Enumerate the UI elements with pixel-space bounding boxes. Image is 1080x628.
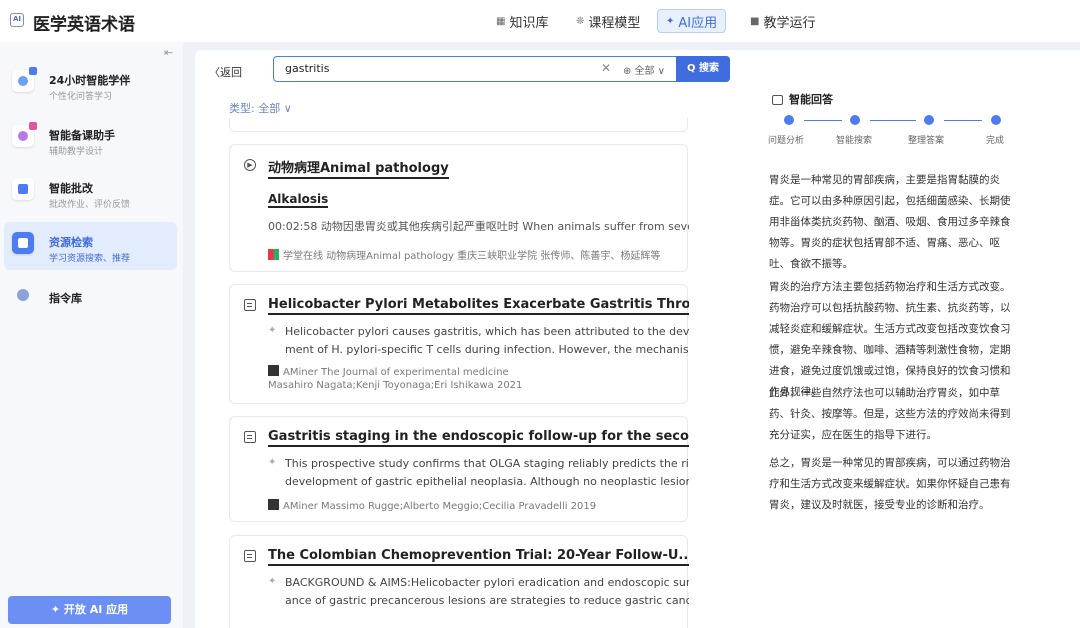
step-check-icon [850,115,860,125]
document-icon [244,431,256,443]
step-connector [944,120,982,121]
sidebar-item-lesson-prep[interactable]: 智能备课助手 辅助教学设计 [4,115,177,163]
sidebar-item-study-companion[interactable]: 24小时智能学伴 个性化问答学习 [4,60,177,108]
sidebar-item-subtitle: 个性化问答学习 [49,92,113,102]
step-label: 整理答案 [908,136,945,146]
nav-label: 教学运行 [763,15,816,31]
answer-paragraph: 此外，一些自然疗法也可以辅助治疗胃炎，如中草药、针灸、按摩等。但是，这些方法的疗… [769,387,1011,441]
sidebar-item-title: 24小时智能学伴 [49,74,131,87]
chat-icon [772,95,783,105]
result-title[interactable]: Gastritis staging in the endoscopic foll… [268,429,689,447]
step-label: 智能搜索 [836,136,873,146]
result-source: AMiner The Journal of experimental medic… [268,365,509,378]
ai-sparkle-icon: ✦ [268,325,277,336]
main-panel: 〈返回 gastritis ✕ ⊕ 全部 ∨ Q 搜索 类型: 全部 ∨ ▶ 动… [195,50,1080,628]
open-ai-apps-button[interactable]: ✦ 开放 AI 应用 [8,596,171,624]
step-check-icon [991,115,1001,125]
nav-teaching-operations[interactable]: ■ 教学运行 [742,9,823,33]
nav-label: AI应用 [678,15,718,31]
sidebar-item-title: 资源检索 [49,236,93,249]
answer-paragraph: 胃炎是一种常见的胃部疾病，主要是指胃黏膜的炎症。它可以由多种原因引起，包括细菌感… [769,174,1011,270]
collapse-sidebar-icon[interactable]: ⇤ [164,46,173,59]
step-label: 完成 [986,136,1005,146]
result-abstract: BACKGROUND & AIMS:Helicobacter pylori er… [285,576,689,607]
sidebar-item-subtitle: 批改作业、评价反馈 [49,200,131,210]
result-abstract: Helicobacter pylori causes gastritis, wh… [285,325,689,356]
sidebar-item-subtitle: 辅助教学设计 [49,147,104,157]
nav-ai-apps[interactable]: ✦ AI应用 [657,9,727,33]
result-authors: Masahiro Nagata;Kenji Toyonaga;Eri Ishik… [268,380,523,391]
sidebar-item-title: 智能批改 [49,182,93,195]
result-abstract: This prospective study confirms that OLG… [285,457,689,488]
app-logo-icon: AI [10,13,24,27]
aminer-logo-icon [268,365,279,376]
step-connector [804,120,842,121]
sidebar-item-title: 智能备课助手 [49,129,115,142]
sidebar-item-grading[interactable]: 智能批改 批改作业、评价反馈 [4,168,177,216]
step-check-icon [924,115,934,125]
grid-icon: ■ [750,15,760,27]
document-icon [244,550,256,562]
prompt-library-icon [12,284,34,306]
results-list: ▶ 动物病理Animal pathology Alkalosis 00:02:5… [229,118,689,628]
step-connector [870,120,916,121]
xuetang-logo-icon [268,249,279,260]
result-title[interactable]: The Colombian Chemoprevention Trial: 20-… [268,548,689,566]
result-subtitle[interactable]: Alkalosis [268,192,329,208]
step-label: 问题分析 [768,136,805,146]
scope-dropdown[interactable]: ⊕ 全部 ∨ [623,62,665,77]
progress-steps: 问题分析 智能搜索 整理答案 完成 [768,115,1040,155]
result-title[interactable]: 动物病理Animal pathology [268,157,449,179]
lesson-prep-icon [12,122,37,147]
answer-heading: 智能回答 [789,93,833,106]
ai-sparkle-icon: ✦ [666,15,675,27]
nav-knowledge-base[interactable]: ▦ 知识库 [488,9,556,33]
top-bar: AI 医学英语术语 ▦ 知识库 ❊ 课程模型 ✦ AI应用 ■ 教学运行 [0,0,1080,42]
app-title: 医学英语术语 [33,15,135,35]
sidebar-item-title: 指令库 [49,292,82,305]
sidebar-item-prompt-library[interactable]: 指令库 [4,278,177,314]
model-icon: ❊ [576,15,585,27]
search-bar: gastritis ✕ ⊕ 全部 ∨ Q 搜索 [273,56,730,82]
back-button[interactable]: 〈返回 [209,64,242,80]
result-card-partial[interactable] [229,118,688,132]
nav-label: 课程模型 [588,15,641,31]
result-card[interactable]: ▶ 动物病理Animal pathology Alkalosis 00:02:5… [229,144,689,272]
document-icon [244,299,256,311]
sidebar-item-subtitle: 学习资源搜索、推荐 [49,254,131,264]
result-title[interactable]: Helicobacter Pylori Metabolites Exacerba… [268,297,689,315]
answer-paragraph: 总之，胃炎是一种常见的胃部疾病，可以通过药物治疗和生活方式改变来缓解症状。如果你… [769,457,1011,511]
resource-search-icon [12,232,34,254]
ai-sparkle-icon: ✦ [268,457,277,468]
search-input[interactable]: gastritis [285,62,329,75]
grading-icon [12,178,34,200]
result-card[interactable]: Gastritis staging in the endoscopic foll… [229,416,689,522]
aminer-logo-icon [268,499,279,510]
ai-sparkle-icon: ✦ [268,576,277,587]
sidebar-item-resource-search[interactable]: 资源检索 学习资源搜索、推荐 [4,222,177,270]
type-filter-dropdown[interactable]: 类型: 全部 ∨ [229,100,292,116]
result-source: AMiner Massimo Rugge;Alberto Meggio;Ceci… [268,499,596,512]
result-card[interactable]: Helicobacter Pylori Metabolites Exacerba… [229,284,689,404]
clear-icon[interactable]: ✕ [601,61,611,75]
result-snippet: 00:02:58 动物因患胃炎或其他疾病引起严重呕吐时 When animals… [268,220,689,233]
nav-label: 知识库 [509,15,549,31]
play-icon: ▶ [244,159,256,171]
sidebar: ⇤ 24小时智能学伴 个性化问答学习 智能备课助手 辅助教学设计 智能批改 批改… [0,42,183,628]
book-icon: ▦ [496,15,506,27]
search-button[interactable]: Q 搜索 [676,56,730,82]
result-source: 学堂在线 动物病理Animal pathology 重庆三峡职业学院 张传师、陈… [268,247,660,262]
companion-icon [12,67,37,92]
step-check-icon [784,115,794,125]
nav-course-model[interactable]: ❊ 课程模型 [568,9,648,33]
result-card[interactable]: The Colombian Chemoprevention Trial: 20-… [229,535,689,628]
